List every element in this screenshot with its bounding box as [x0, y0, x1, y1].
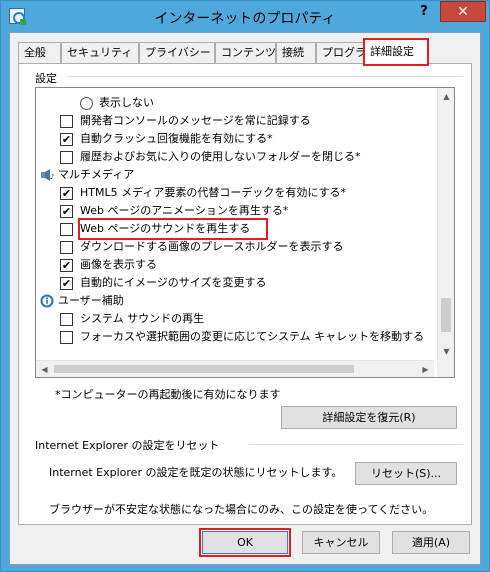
- restart-note: *コンピューターの再起動後に有効になります: [55, 388, 281, 401]
- category-label: ユーザー補助: [58, 294, 124, 307]
- dialog-client: 全般 セキュリティ プライバシー コンテンツ 接続 プログラム 詳細設定 設定 …: [9, 32, 481, 565]
- settings-group-label: 設定: [35, 72, 57, 85]
- scroll-thumb-horizontal[interactable]: [54, 365, 354, 373]
- list-item-label: 画像を表示する: [80, 258, 157, 271]
- apply-button[interactable]: 適用(A): [392, 531, 470, 554]
- reset-divider: [249, 444, 463, 445]
- tab-security[interactable]: セキュリティ: [61, 42, 139, 64]
- list-item-label: システム サウンドの再生: [80, 312, 205, 325]
- tab-programs[interactable]: プログラム: [316, 42, 377, 64]
- category-label: マルチメディア: [58, 168, 135, 181]
- list-item-label: 履歴およびお気に入りの使用しないフォルダーを閉じる*: [80, 150, 361, 163]
- list-item-label: フォーカスや選択範囲の変更に応じてシステム キャレットを移動する: [80, 330, 425, 343]
- svg-text:♪: ♪: [50, 173, 54, 181]
- checkbox-checked[interactable]: ✔: [60, 277, 73, 290]
- checkbox[interactable]: [60, 241, 73, 254]
- list-item-label: 表示しない: [99, 96, 154, 109]
- scroll-left-arrow-icon[interactable]: ◀: [36, 361, 53, 377]
- checkbox[interactable]: [60, 151, 73, 164]
- restore-advanced-button[interactable]: 詳細設定を復元(R): [281, 406, 457, 429]
- checkbox[interactable]: [60, 331, 73, 344]
- scroll-right-arrow-icon[interactable]: ▶: [417, 361, 434, 377]
- ok-button[interactable]: OK: [199, 528, 291, 557]
- reset-hint: ブラウザーが不安定な状態になった場合にのみ、この設定を使ってください。: [49, 503, 434, 516]
- list-item-label: 自動的にイメージのサイズを変更する: [80, 276, 267, 289]
- tab-general[interactable]: 全般: [18, 42, 61, 64]
- tab-advanced[interactable]: 詳細設定: [363, 38, 429, 66]
- dialog-window: インターネットのプロパティ ? ✕ 全般 セキュリティ プライバシー コンテンツ…: [0, 0, 490, 572]
- list-item-label: 自動クラッシュ回復機能を有効にする*: [80, 132, 273, 145]
- scroll-thumb[interactable]: [441, 298, 451, 332]
- settings-divider: [67, 76, 463, 77]
- scroll-down-arrow-icon[interactable]: ▼: [438, 343, 454, 360]
- list-item-label: 開発者コンソールのメッセージを常に記録する: [80, 114, 311, 127]
- cancel-button[interactable]: キャンセル: [302, 531, 380, 554]
- radio-button[interactable]: [80, 97, 93, 110]
- help-button[interactable]: ?: [410, 2, 438, 22]
- settings-list-viewport: 表示しない 開発者コンソールのメッセージを常に記録する ✔ 自動クラッシュ回復機…: [36, 88, 434, 360]
- scrollbar-corner: [437, 360, 454, 377]
- tab-privacy[interactable]: プライバシー: [139, 42, 215, 64]
- checkbox-checked[interactable]: ✔: [60, 259, 73, 272]
- settings-list[interactable]: 表示しない 開発者コンソールのメッセージを常に記録する ✔ 自動クラッシュ回復機…: [35, 87, 455, 378]
- accessibility-icon: [40, 294, 54, 308]
- reset-description: Internet Explorer の設定を既定の状態にリセットします。: [49, 466, 343, 479]
- reset-button[interactable]: リセット(S)...: [355, 462, 457, 485]
- list-item-label: Web ページのサウンドを再生する: [80, 222, 251, 235]
- checkbox-checked[interactable]: ✔: [60, 133, 73, 146]
- list-item-label: HTML5 メディア要素の代替コーデックを有効にする*: [80, 186, 346, 199]
- horizontal-scrollbar[interactable]: ◀ ▶: [36, 360, 434, 377]
- reset-group-label: Internet Explorer の設定をリセット: [35, 439, 220, 452]
- tab-connections[interactable]: 接続: [276, 42, 316, 64]
- title-bar[interactable]: インターネットのプロパティ ? ✕: [1, 1, 489, 32]
- checkbox[interactable]: [60, 313, 73, 326]
- vertical-scrollbar[interactable]: ▲ ▼: [437, 88, 454, 360]
- close-button[interactable]: ✕: [440, 1, 486, 22]
- checkbox[interactable]: [60, 115, 73, 128]
- tab-content[interactable]: コンテンツ: [215, 42, 276, 64]
- scroll-up-arrow-icon[interactable]: ▲: [438, 88, 454, 105]
- checkbox-checked[interactable]: ✔: [60, 205, 73, 218]
- multimedia-icon: ♪: [41, 169, 54, 181]
- advanced-panel: 設定 表示しない 開発者コンソールのメッセージを常に記録する ✔ 自動クラッシュ…: [18, 63, 472, 525]
- checkbox-checked[interactable]: ✔: [60, 187, 73, 200]
- list-item-label: ダウンロードする画像のプレースホルダーを表示する: [80, 240, 344, 253]
- checkbox[interactable]: [60, 223, 73, 236]
- list-item-label: Web ページのアニメーションを再生する*: [80, 204, 289, 217]
